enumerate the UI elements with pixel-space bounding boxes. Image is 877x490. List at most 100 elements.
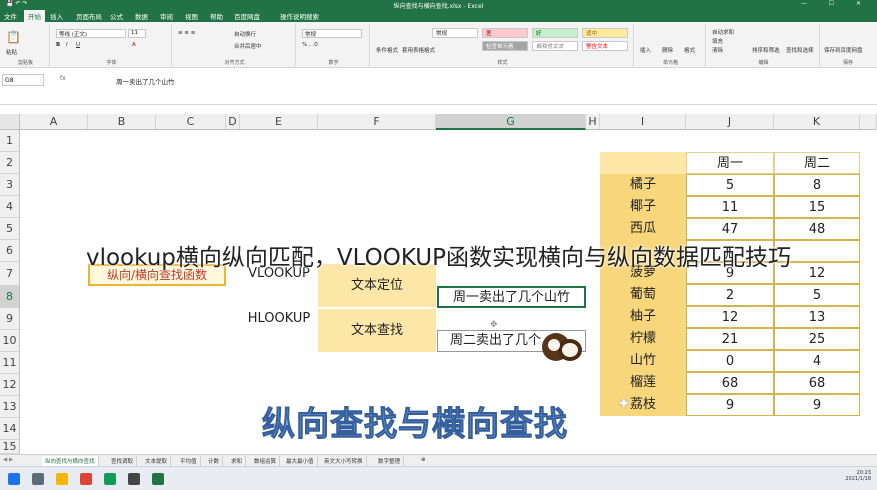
conditional-format-button[interactable]: 条件格式 (376, 46, 398, 54)
window-controls[interactable]: — ☐ ✕ (801, 0, 871, 7)
col-header-f[interactable]: F (318, 114, 436, 130)
search-label-cell[interactable]: 文本查找 (318, 309, 436, 352)
sheet-tab-6[interactable]: 数组运算 (251, 456, 281, 466)
clear-button[interactable]: 清除 (712, 46, 723, 54)
font-size-box[interactable]: 11 (128, 29, 146, 38)
fruit-name-cell[interactable]: 椰子 (600, 196, 686, 218)
number-format-icons[interactable]: % , .0 (302, 42, 318, 48)
font-name-box[interactable]: 等线 (正文) (56, 29, 126, 38)
mon-value-cell[interactable]: 47 (686, 218, 774, 240)
mon-value-cell[interactable]: 21 (686, 328, 774, 350)
merge-center-button[interactable]: 合并后居中 (234, 42, 262, 50)
tue-value-cell[interactable]: 48 (774, 218, 860, 240)
sheet-tab-4[interactable]: 计数 (205, 456, 224, 466)
col-header-h[interactable]: H (586, 114, 600, 130)
row-header-13[interactable]: 13 (0, 396, 20, 418)
row-header-12[interactable]: 12 (0, 374, 20, 396)
tue-value-cell[interactable]: 15 (774, 196, 860, 218)
browser-icon[interactable] (80, 473, 92, 485)
tab-insert[interactable]: 插入 (50, 11, 63, 21)
style-good[interactable]: 好 (532, 28, 578, 38)
col-header-i[interactable]: I (600, 114, 686, 130)
search-icon[interactable] (32, 473, 44, 485)
style-neutral[interactable]: 适中 (582, 28, 628, 38)
tab-nav-arrows[interactable]: ◀ ▶ (0, 456, 16, 464)
row-header-15[interactable]: 15 (0, 440, 20, 454)
row-header-10[interactable]: 10 (0, 330, 20, 352)
tab-file[interactable]: 文件 (4, 11, 17, 21)
tue-value-cell[interactable]: 13 (774, 306, 860, 328)
tab-baidu[interactable]: 百度网盘 (234, 11, 260, 21)
tab-view[interactable]: 视图 (185, 11, 198, 21)
style-warning[interactable]: 警告文本 (582, 41, 628, 51)
row-header-3[interactable]: 3 (0, 174, 20, 196)
table-header-mon[interactable]: 周一 (686, 152, 774, 174)
row-header-11[interactable]: 11 (0, 352, 20, 374)
sheet-tab-8[interactable]: 英文大小写转换 (321, 456, 367, 466)
fruit-name-cell[interactable]: 榴莲 (600, 372, 686, 394)
style-explanatory[interactable]: 解释性文本 (532, 41, 578, 51)
insert-cells-button[interactable]: 插入 (640, 46, 651, 54)
sheet-tab-7[interactable]: 最大最小值 (283, 456, 318, 466)
font-color-button[interactable]: A (132, 42, 136, 48)
sheet-tab-9[interactable]: 数字整理 (375, 456, 405, 466)
tab-page-layout[interactable]: 页面布局 (76, 11, 102, 21)
italic-button[interactable]: I (66, 42, 68, 48)
mon-value-cell[interactable]: 5 (686, 174, 774, 196)
save-baidu-button[interactable]: 保存到百度网盘 (824, 46, 863, 54)
start-icon[interactable] (8, 473, 20, 485)
tue-value-cell[interactable]: 68 (774, 372, 860, 394)
col-header-a[interactable]: A (20, 114, 88, 130)
align-icons[interactable]: ≡ ≡ ≡ (178, 30, 195, 36)
fruit-name-cell[interactable]: 荔枝 (600, 394, 686, 416)
fruit-name-cell[interactable]: 柚子 (600, 306, 686, 328)
row-header-2[interactable]: 2 (0, 152, 20, 174)
tue-value-cell[interactable]: 8 (774, 174, 860, 196)
excel-icon[interactable] (152, 473, 164, 485)
sheet-tab-2[interactable]: 文本提取 (142, 456, 172, 466)
col-header-e[interactable]: E (240, 114, 318, 130)
row-header-9[interactable]: 9 (0, 308, 20, 330)
format-as-table-button[interactable]: 套用表格格式 (402, 46, 435, 54)
fx-icon[interactable]: fx (60, 75, 66, 82)
tue-value-cell[interactable]: 25 (774, 328, 860, 350)
tab-home[interactable]: 开始 (24, 10, 45, 22)
col-header-d[interactable]: D (226, 114, 240, 130)
tue-value-cell[interactable]: 5 (774, 284, 860, 306)
app-icon-2[interactable] (128, 473, 140, 485)
tab-review[interactable]: 审阅 (160, 11, 173, 21)
sort-filter-button[interactable]: 排序和筛选 (752, 46, 780, 54)
fruit-name-cell[interactable]: 葡萄 (600, 284, 686, 306)
col-header-g[interactable]: G (436, 114, 586, 130)
col-header-j[interactable]: J (686, 114, 774, 130)
add-sheet-icon[interactable]: ⊕ (418, 456, 429, 464)
mon-value-cell[interactable]: 9 (686, 394, 774, 416)
file-explorer-icon[interactable] (56, 473, 68, 485)
col-header-c[interactable]: C (156, 114, 226, 130)
mon-value-cell[interactable]: 0 (686, 350, 774, 372)
mon-value-cell[interactable]: 11 (686, 196, 774, 218)
tue-value-cell[interactable]: 4 (774, 350, 860, 372)
app-icon[interactable] (104, 473, 116, 485)
row-header-14[interactable]: 14 (0, 418, 20, 440)
autosum-button[interactable]: 自动求和 (712, 28, 734, 36)
style-normal[interactable]: 常规 (432, 28, 478, 38)
number-format-box[interactable]: 常规 (302, 29, 362, 38)
tue-value-cell[interactable]: 9 (774, 394, 860, 416)
row-header-1[interactable]: 1 (0, 130, 20, 152)
table-header-tue[interactable]: 周二 (774, 152, 860, 174)
mon-value-cell[interactable]: 12 (686, 306, 774, 328)
row-header-5[interactable]: 5 (0, 218, 20, 240)
select-all-corner[interactable] (0, 114, 20, 130)
col-header-k[interactable]: K (774, 114, 860, 130)
style-bad[interactable]: 差 (482, 28, 528, 38)
underline-button[interactable]: U (76, 42, 80, 48)
fruit-name-cell[interactable]: 柠檬 (600, 328, 686, 350)
fruit-name-cell[interactable]: 山竹 (600, 350, 686, 372)
mon-value-cell[interactable]: 2 (686, 284, 774, 306)
delete-cells-button[interactable]: 删除 (662, 46, 673, 54)
fruit-name-cell[interactable]: 橘子 (600, 174, 686, 196)
fruit-name-cell[interactable]: 西瓜 (600, 218, 686, 240)
row-header-4[interactable]: 4 (0, 196, 20, 218)
sheet-tab-3[interactable]: 平均值 (177, 456, 201, 466)
